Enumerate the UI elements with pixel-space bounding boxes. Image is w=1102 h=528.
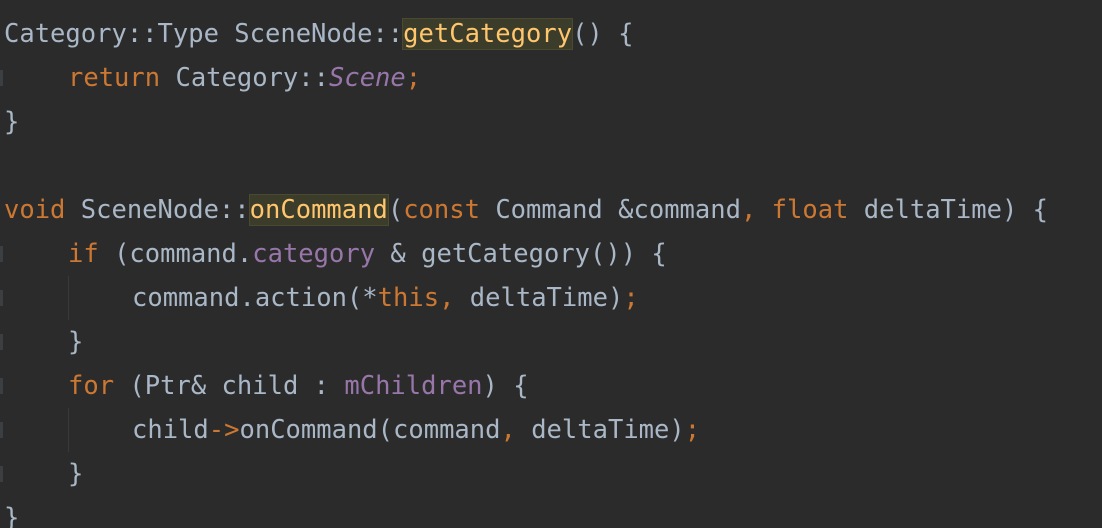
code-token: ;	[405, 63, 422, 93]
code-token: Scene	[329, 63, 406, 93]
code-token: }	[4, 107, 20, 137]
code-token: Command &command	[495, 195, 741, 225]
code-token: ,	[500, 415, 532, 445]
code-token: ) {	[482, 371, 529, 401]
code-token: const	[403, 195, 496, 225]
code-token: SceneNode::	[80, 195, 250, 225]
fold-marker	[0, 246, 3, 262]
code-token: category	[252, 239, 376, 269]
code-line[interactable]: command.action(*this, deltaTime);	[4, 276, 639, 320]
code-token: for	[68, 371, 130, 401]
code-line[interactable]: child->onCommand(command, deltaTime);	[4, 408, 700, 452]
code-token: deltaTime)	[469, 283, 624, 313]
highlighted-identifier: getCategory	[402, 18, 574, 50]
code-token: & getCategory()) {	[375, 239, 667, 269]
code-token: mChildren	[344, 371, 483, 401]
code-token: void	[4, 195, 81, 225]
code-line[interactable]: }	[4, 496, 19, 528]
code-line[interactable]: }	[4, 100, 19, 144]
code-token: Category::Type SceneNode::	[4, 19, 404, 49]
code-token: deltaTime) {	[863, 195, 1049, 225]
code-token: deltaTime)	[531, 415, 685, 445]
code-token: command.action(*	[132, 283, 378, 313]
fold-marker	[0, 290, 3, 306]
code-token: ,	[439, 283, 470, 313]
code-token: child	[132, 415, 209, 445]
code-token: () {	[572, 19, 634, 49]
code-token: ;	[684, 415, 701, 445]
code-token: Category::	[175, 63, 329, 93]
fold-marker	[0, 466, 3, 482]
code-token: ,	[740, 195, 772, 225]
code-token: }	[4, 503, 20, 528]
code-line[interactable]: }	[4, 320, 83, 364]
fold-marker	[0, 334, 3, 350]
code-token: if	[68, 239, 115, 269]
code-token: }	[68, 459, 84, 489]
code-line[interactable]: }	[4, 452, 83, 496]
code-token: return	[68, 63, 176, 93]
fold-marker	[0, 70, 3, 86]
fold-marker	[0, 422, 3, 438]
code-token: ;	[623, 283, 639, 313]
code-token: (	[387, 195, 404, 225]
code-line[interactable]: Category::Type SceneNode::getCategory() …	[4, 12, 633, 56]
fold-marker	[0, 378, 3, 394]
code-token: onCommand(command	[239, 415, 501, 445]
code-token: float	[771, 195, 864, 225]
code-token: (Ptr& child :	[129, 371, 345, 401]
code-token: ->	[208, 415, 240, 445]
code-token: this	[377, 283, 440, 313]
code-line[interactable]: if (command.category & getCategory()) {	[4, 232, 667, 276]
highlighted-identifier: onCommand	[248, 194, 389, 226]
code-line[interactable]: for (Ptr& child : mChildren) {	[4, 364, 529, 408]
code-token: }	[68, 327, 84, 357]
code-line[interactable]: return Category::Scene;	[4, 56, 421, 100]
code-line[interactable]: void SceneNode::onCommand(const Command …	[4, 188, 1048, 232]
code-editor[interactable]: Category::Type SceneNode::getCategory() …	[0, 0, 1102, 528]
code-token: (command.	[114, 239, 253, 269]
